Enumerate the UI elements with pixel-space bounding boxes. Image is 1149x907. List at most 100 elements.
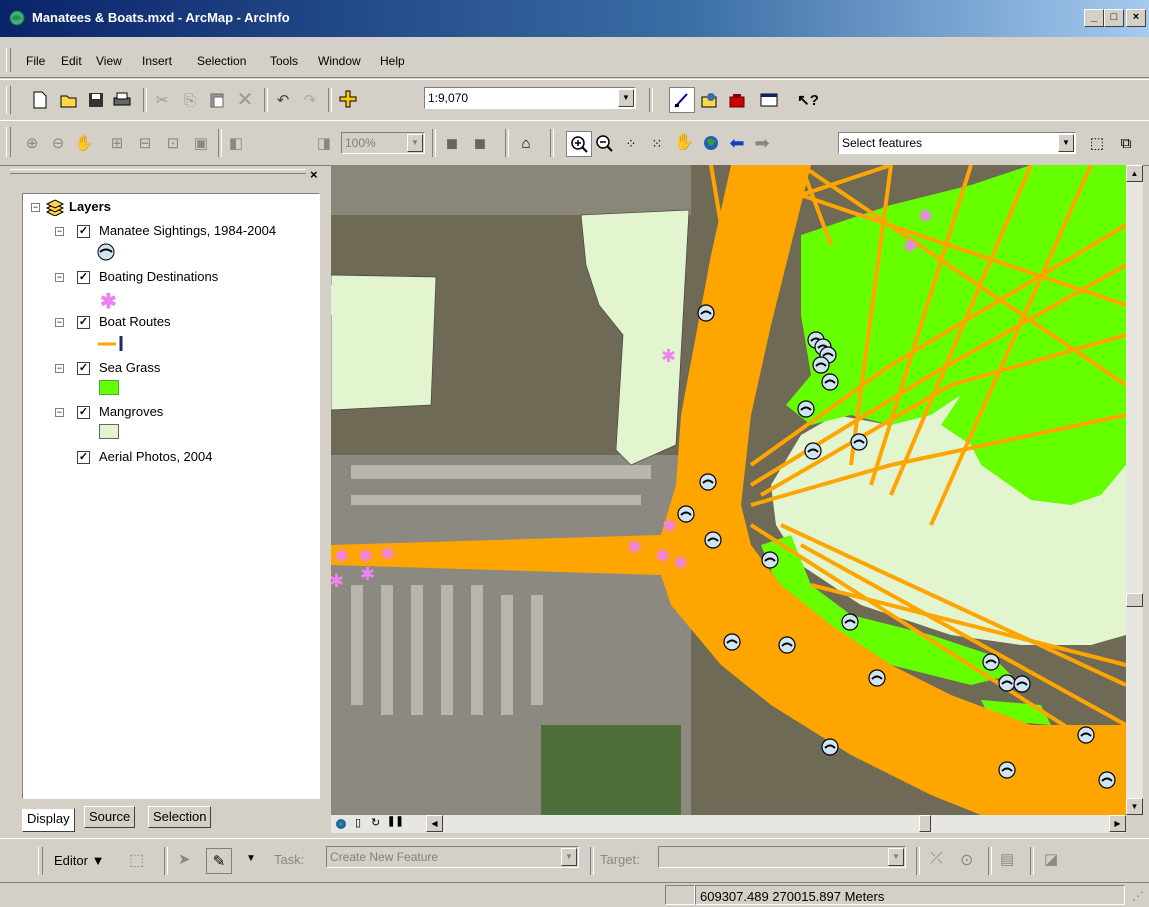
collapse-toggle[interactable]: −	[55, 408, 64, 417]
collapse-toggle[interactable]: −	[31, 203, 40, 212]
rotate-tool-icon[interactable]: ⊙	[960, 850, 973, 870]
layout-pan-icon[interactable]: ✋	[72, 131, 96, 155]
layout-view-icon[interactable]: ▯	[355, 816, 361, 829]
print-icon[interactable]	[110, 88, 134, 112]
refresh-icon[interactable]: ↻	[371, 816, 380, 829]
layer-aerial-photos[interactable]: Aerial Photos, 2004	[99, 449, 212, 464]
layout-zoom-out-icon[interactable]: ⊖	[46, 131, 70, 155]
sketch-properties-icon[interactable]: ◪	[1044, 850, 1058, 868]
change-layout-icon[interactable]: ⌂	[514, 131, 538, 155]
pause-drawing-icon[interactable]: ❚❚	[387, 816, 404, 827]
arccatalog-icon[interactable]	[697, 88, 721, 112]
chevron-down-icon[interactable]: ▼	[888, 848, 904, 866]
layer-checkbox[interactable]: ✓	[77, 225, 90, 238]
layer-checkbox[interactable]: ✓	[77, 406, 90, 419]
chevron-down-icon[interactable]: ▼	[1058, 134, 1074, 152]
identify-icon[interactable]: ⧉	[1114, 131, 1138, 155]
select-elements-icon[interactable]: ⬚	[1085, 131, 1109, 155]
fixed-zoom-in-icon[interactable]: ⁘	[619, 131, 643, 155]
attributes-icon[interactable]: ▤	[1000, 850, 1014, 868]
sketch-tool-pencil-icon[interactable]: ✎	[206, 848, 232, 874]
scroll-up-arrow-icon[interactable]: ▲	[1126, 165, 1143, 182]
menu-edit[interactable]: Edit	[61, 54, 82, 68]
layers-root-label[interactable]: Layers	[69, 199, 111, 214]
focus-data-frame-icon[interactable]: ◼	[468, 131, 492, 155]
scroll-down-arrow-icon[interactable]: ▼	[1126, 798, 1143, 815]
menu-window[interactable]: Window	[318, 54, 361, 68]
toolbar-grip[interactable]	[38, 847, 43, 875]
delete-icon[interactable]: ✕	[233, 88, 257, 112]
toc-grip[interactable]	[10, 169, 306, 174]
sketch-tool-dropdown-icon[interactable]: ▼	[246, 853, 256, 864]
menu-selection[interactable]: Selection	[197, 54, 246, 68]
select-tool-combo[interactable]: Select features ▼	[838, 132, 1076, 154]
layer-mangroves[interactable]: Mangroves	[99, 404, 163, 419]
chevron-down-icon[interactable]: ▼	[407, 134, 423, 152]
editor-menu[interactable]: Editor ▼	[54, 853, 104, 868]
maximize-button[interactable]: □	[1104, 9, 1124, 27]
layer-checkbox[interactable]: ✓	[77, 271, 90, 284]
map-scale-combo[interactable]: 1:9,070 ▼	[424, 87, 636, 109]
target-combo[interactable]: ▼	[658, 846, 906, 868]
fixed-zoom-out-icon[interactable]: ⁙	[645, 131, 669, 155]
layer-boating-destinations[interactable]: Boating Destinations	[99, 269, 218, 284]
menu-insert[interactable]: Insert	[142, 54, 172, 68]
command-line-icon[interactable]	[757, 88, 781, 112]
scroll-right-arrow-icon[interactable]: ▶	[1109, 815, 1126, 832]
close-window-button[interactable]: ×	[1126, 9, 1146, 27]
menu-file[interactable]: File	[26, 54, 45, 68]
whats-this-help-icon[interactable]: ↖?	[796, 88, 820, 112]
data-view-icon[interactable]	[335, 818, 347, 830]
vertical-scrollbar[interactable]: ▲ ▼	[1126, 165, 1143, 815]
full-extent-globe-icon[interactable]	[699, 131, 723, 155]
forward-arrow-icon[interactable]: ➡	[750, 131, 774, 155]
layer-boat-routes[interactable]: Boat Routes	[99, 314, 171, 329]
tab-selection[interactable]: Selection	[148, 806, 212, 828]
vertical-scroll-thumb[interactable]	[1126, 593, 1143, 607]
resize-grip-icon[interactable]: ⋰	[1132, 889, 1144, 903]
collapse-toggle[interactable]: −	[55, 227, 64, 236]
collapse-toggle[interactable]: −	[55, 318, 64, 327]
split-tool-icon[interactable]: ⤫	[930, 850, 943, 868]
map-canvas[interactable]: ✱✱✱✱ ✱ ✱✱✱ ✱ ✱✱✱	[331, 165, 1126, 815]
zoom-out-icon[interactable]	[592, 131, 616, 155]
redo-icon[interactable]: ↷	[298, 88, 322, 112]
edit-tool-icon[interactable]: ⬚	[129, 850, 144, 870]
back-arrow-icon[interactable]: ⬅	[725, 131, 749, 155]
menu-view[interactable]: View	[96, 54, 122, 68]
zoom-whole-page-icon[interactable]: ⊡	[161, 131, 185, 155]
save-icon[interactable]	[84, 88, 108, 112]
toc-close-button[interactable]: ×	[310, 167, 318, 182]
toolbar-grip[interactable]	[6, 86, 11, 114]
collapse-toggle[interactable]: −	[55, 364, 64, 373]
menu-tools[interactable]: Tools	[270, 54, 298, 68]
menubar-grip[interactable]	[6, 48, 11, 72]
layer-manatee-sightings[interactable]: Manatee Sightings, 1984-2004	[99, 223, 276, 238]
horizontal-scrollbar[interactable]: ▯ ↻ ❚❚ ◀ ▶	[331, 815, 1126, 833]
zoom-percent-combo[interactable]: 100% ▼	[341, 132, 425, 154]
layout-fixed-zoom-out-icon[interactable]: ⊟	[133, 131, 157, 155]
zoom-in-icon[interactable]	[566, 131, 592, 157]
minimize-button[interactable]: _	[1084, 9, 1104, 27]
undo-icon[interactable]: ↶	[271, 88, 295, 112]
menu-help[interactable]: Help	[380, 54, 405, 68]
paste-icon[interactable]	[205, 88, 229, 112]
scroll-left-arrow-icon[interactable]: ◀	[426, 815, 443, 832]
go-back-extent-icon[interactable]: ◧	[224, 131, 248, 155]
chevron-down-icon[interactable]: ▼	[618, 89, 634, 107]
copy-icon[interactable]: ⎘	[178, 88, 202, 112]
tab-source[interactable]: Source	[84, 806, 136, 828]
map-display[interactable]: ✱ ✱ ✱ ✱ ✱ ✱ ✱ ✱ ✱ ✱ ✱ ✱	[331, 165, 1126, 815]
edit-arrow-icon[interactable]: ➤	[178, 850, 191, 868]
chevron-down-icon[interactable]: ▼	[561, 848, 577, 866]
horizontal-scroll-thumb[interactable]	[919, 815, 931, 832]
toolbar-grip[interactable]	[6, 127, 11, 157]
layout-zoom-in-icon[interactable]: ⊕	[20, 131, 44, 155]
collapse-toggle[interactable]: −	[55, 273, 64, 282]
task-combo[interactable]: Create New Feature ▼	[326, 846, 579, 868]
open-folder-icon[interactable]	[57, 88, 81, 112]
cut-icon[interactable]: ✂	[150, 88, 174, 112]
layer-checkbox[interactable]: ✓	[77, 316, 90, 329]
layer-checkbox[interactable]: ✓	[77, 362, 90, 375]
go-forward-extent-icon[interactable]: ◨	[312, 131, 336, 155]
